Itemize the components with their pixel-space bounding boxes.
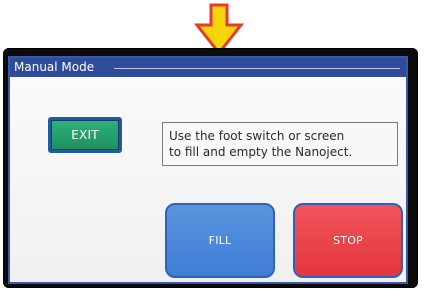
manual-mode-window: Manual Mode EXIT Use the foot switch or … <box>8 56 408 284</box>
stop-button[interactable]: STOP <box>293 203 403 278</box>
instruction-line-2: to fill and empty the Nanoject. <box>169 145 353 159</box>
window-title: Manual Mode <box>14 60 95 74</box>
window-body: EXIT Use the foot switch or screen to fi… <box>10 77 406 282</box>
exit-button[interactable]: EXIT <box>48 117 122 153</box>
instruction-box: Use the foot switch or screen to fill an… <box>162 122 398 166</box>
fill-button[interactable]: FILL <box>165 203 275 278</box>
titlebar-rule <box>114 68 400 69</box>
stage: Manual Mode EXIT Use the foot switch or … <box>0 0 427 292</box>
instruction-line-1: Use the foot switch or screen <box>169 129 345 143</box>
window-titlebar: Manual Mode <box>10 58 406 77</box>
